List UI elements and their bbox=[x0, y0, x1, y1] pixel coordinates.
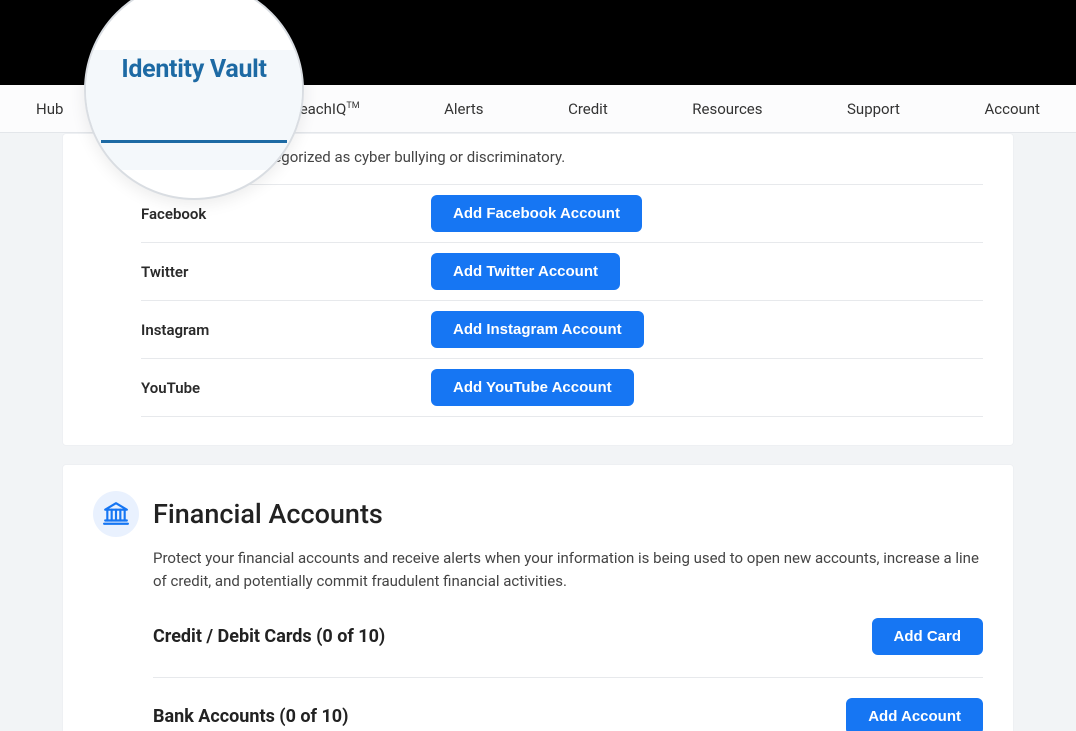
fin-row-bank: Bank Accounts (0 of 10) Add Account bbox=[153, 677, 983, 731]
add-facebook-button[interactable]: Add Facebook Account bbox=[431, 195, 642, 232]
add-account-button[interactable]: Add Account bbox=[846, 698, 983, 731]
nav-resources[interactable]: Resources bbox=[676, 100, 778, 118]
nav-support[interactable]: Support bbox=[831, 100, 916, 118]
fin-row-cards: Credit / Debit Cards (0 of 10) Add Card bbox=[153, 618, 983, 669]
row-youtube: YouTube Add YouTube Account bbox=[141, 359, 983, 417]
trademark-icon: TM bbox=[346, 101, 359, 111]
add-youtube-button[interactable]: Add YouTube Account bbox=[431, 369, 634, 406]
add-card-button[interactable]: Add Card bbox=[872, 618, 984, 655]
row-twitter: Twitter Add Twitter Account bbox=[141, 243, 983, 301]
highlight-underline bbox=[101, 140, 287, 143]
nav-alerts[interactable]: Alerts bbox=[428, 100, 500, 118]
nav-account[interactable]: Account bbox=[968, 100, 1056, 118]
row-label-twitter: Twitter bbox=[141, 263, 431, 281]
nav-hub[interactable]: Hub bbox=[20, 100, 79, 118]
bank-icon bbox=[93, 491, 139, 537]
fin-label-bank: Bank Accounts (0 of 10) bbox=[153, 706, 348, 727]
add-instagram-button[interactable]: Add Instagram Account bbox=[431, 311, 644, 348]
highlight-label: Identity Vault bbox=[101, 55, 287, 84]
row-label-youtube: YouTube bbox=[141, 379, 431, 397]
row-label-facebook: Facebook bbox=[141, 205, 431, 223]
financial-title: Financial Accounts bbox=[153, 498, 383, 530]
financial-accounts-card: Financial Accounts Protect your financia… bbox=[62, 464, 1014, 731]
add-twitter-button[interactable]: Add Twitter Account bbox=[431, 253, 620, 290]
row-facebook: Facebook Add Facebook Account bbox=[141, 185, 983, 243]
row-instagram: Instagram Add Instagram Account bbox=[141, 301, 983, 359]
financial-description: Protect your financial accounts and rece… bbox=[153, 547, 983, 594]
fin-label-cards: Credit / Debit Cards (0 of 10) bbox=[153, 626, 385, 647]
nav-credit[interactable]: Credit bbox=[552, 100, 624, 118]
row-label-instagram: Instagram bbox=[141, 321, 431, 339]
